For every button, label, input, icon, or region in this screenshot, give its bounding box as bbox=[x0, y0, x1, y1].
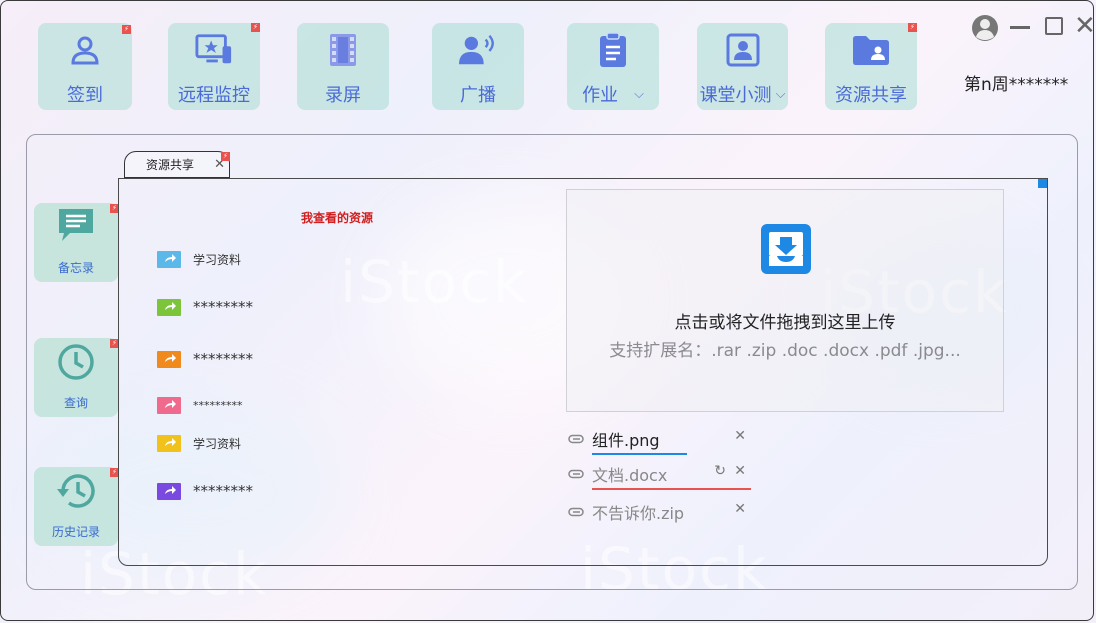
week-label: 第n周******* bbox=[964, 75, 1069, 95]
resource-label: 学习资料 bbox=[193, 253, 242, 267]
file-name: 组件.png bbox=[592, 431, 660, 450]
shared-folder-icon bbox=[157, 397, 181, 414]
side-label: 历史记录 bbox=[51, 525, 100, 539]
resource-label: ********* bbox=[193, 399, 243, 412]
nav-label: 作业 ⌵ bbox=[582, 81, 644, 107]
flash-badge: ⚡ bbox=[251, 23, 260, 32]
resource-item[interactable]: ******** bbox=[157, 482, 253, 500]
side-history-button[interactable]: 历史记录 bbox=[34, 467, 118, 546]
paperclip-icon bbox=[568, 433, 584, 448]
retry-icon[interactable]: ↻ bbox=[714, 463, 726, 479]
nav-label-text: 课堂小测 bbox=[699, 85, 772, 106]
chevron-down-icon: ⌵ bbox=[634, 86, 644, 102]
monitor-icon bbox=[195, 31, 233, 69]
upload-progress-bar bbox=[592, 453, 687, 455]
nav-label: 广播 bbox=[460, 85, 496, 106]
upload-main-text: 点击或将文件拖拽到这里上传 bbox=[674, 313, 896, 333]
resource-item[interactable]: ******** bbox=[157, 350, 253, 368]
memo-icon bbox=[56, 207, 96, 249]
nav-label-text: 作业 bbox=[582, 85, 619, 106]
flash-badge: ⚡ bbox=[122, 25, 131, 34]
nav-label: 远程监控 bbox=[178, 85, 250, 106]
resource-item[interactable]: 学习资料 bbox=[157, 435, 241, 452]
resource-label: ******** bbox=[193, 350, 253, 368]
side-memo-button[interactable]: 备忘录 bbox=[34, 203, 118, 282]
broadcast-icon bbox=[459, 31, 497, 69]
resources-title: 我查看的资源 bbox=[301, 211, 374, 225]
remove-file-button[interactable]: ✕ bbox=[734, 463, 746, 479]
shared-folder-icon bbox=[157, 298, 181, 316]
resource-item[interactable]: ********* bbox=[157, 397, 243, 414]
account-icon[interactable] bbox=[970, 14, 1000, 46]
paperclip-icon bbox=[568, 506, 584, 521]
nav-label: 录屏 bbox=[325, 85, 361, 106]
folder-user-icon bbox=[852, 31, 890, 69]
clock-icon bbox=[56, 342, 96, 386]
minimize-button[interactable] bbox=[1010, 26, 1030, 29]
upload-hint-text: 支持扩展名：.rar .zip .doc .docx .pdf .jpg... bbox=[609, 341, 961, 361]
side-query-button[interactable]: 查询 bbox=[34, 338, 118, 417]
portrait-icon bbox=[724, 31, 762, 69]
inbox-download-icon bbox=[760, 223, 812, 279]
file-name: 不告诉你.zip bbox=[592, 504, 685, 523]
shared-folder-icon bbox=[157, 251, 181, 268]
clipboard-icon bbox=[594, 31, 632, 69]
tab-resource-share[interactable]: 资源共享 ✕ bbox=[124, 151, 230, 178]
shared-folder-icon bbox=[157, 482, 181, 500]
resource-label: ******** bbox=[193, 482, 253, 500]
history-icon bbox=[55, 471, 97, 515]
nav-record-screen-button[interactable]: 录屏 bbox=[297, 23, 389, 110]
nav-remote-monitor-button[interactable]: 远程监控 ⚡ bbox=[168, 23, 260, 110]
user-icon bbox=[66, 31, 104, 69]
shared-folder-icon bbox=[157, 350, 181, 368]
file-name: 文档.docx bbox=[592, 466, 668, 485]
nav-label: 课堂小测 ⌵ bbox=[700, 81, 786, 107]
tab-label: 资源共享 bbox=[146, 158, 195, 172]
nav-label: 签到 bbox=[67, 85, 103, 106]
nav-label: 资源共享 bbox=[835, 85, 907, 106]
resource-label: 学习资料 bbox=[193, 437, 242, 451]
upload-dropzone[interactable]: 点击或将文件拖拽到这里上传 支持扩展名：.rar .zip .doc .docx… bbox=[566, 189, 1004, 412]
chevron-down-icon: ⌵ bbox=[775, 86, 786, 102]
nav-homework-dropdown[interactable]: 作业 ⌵ bbox=[567, 23, 659, 110]
nav-broadcast-button[interactable]: 广播 bbox=[432, 23, 524, 110]
side-label: 查询 bbox=[63, 396, 88, 410]
film-icon bbox=[324, 31, 362, 69]
side-label: 备忘录 bbox=[57, 261, 94, 275]
maximize-button[interactable] bbox=[1045, 17, 1063, 35]
nav-checkin-button[interactable]: 签到 bbox=[38, 23, 132, 110]
flash-badge: ⚡ bbox=[221, 152, 230, 161]
resource-item[interactable]: 学习资料 bbox=[157, 251, 241, 268]
remove-file-button[interactable]: ✕ bbox=[734, 501, 746, 517]
flash-badge: ⚡ bbox=[908, 23, 917, 32]
upload-error-bar bbox=[592, 488, 751, 490]
corner-marker bbox=[1038, 179, 1047, 188]
nav-quiz-dropdown[interactable]: 课堂小测 ⌵ bbox=[697, 23, 788, 110]
remove-file-button[interactable]: ✕ bbox=[734, 428, 746, 444]
close-button[interactable]: ✕ bbox=[1074, 11, 1096, 41]
upload-file-item[interactable]: 文档.docx ↻ ✕ bbox=[568, 459, 752, 493]
nav-resource-share-button[interactable]: 资源共享 ⚡ bbox=[825, 23, 917, 110]
upload-file-item[interactable]: 组件.png ✕ bbox=[568, 424, 752, 458]
shared-folder-icon bbox=[157, 435, 181, 452]
paperclip-icon bbox=[568, 468, 584, 483]
resource-label: ******** bbox=[193, 298, 253, 316]
upload-file-item[interactable]: 不告诉你.zip ✕ bbox=[568, 497, 752, 531]
resource-item[interactable]: ******** bbox=[157, 298, 253, 316]
